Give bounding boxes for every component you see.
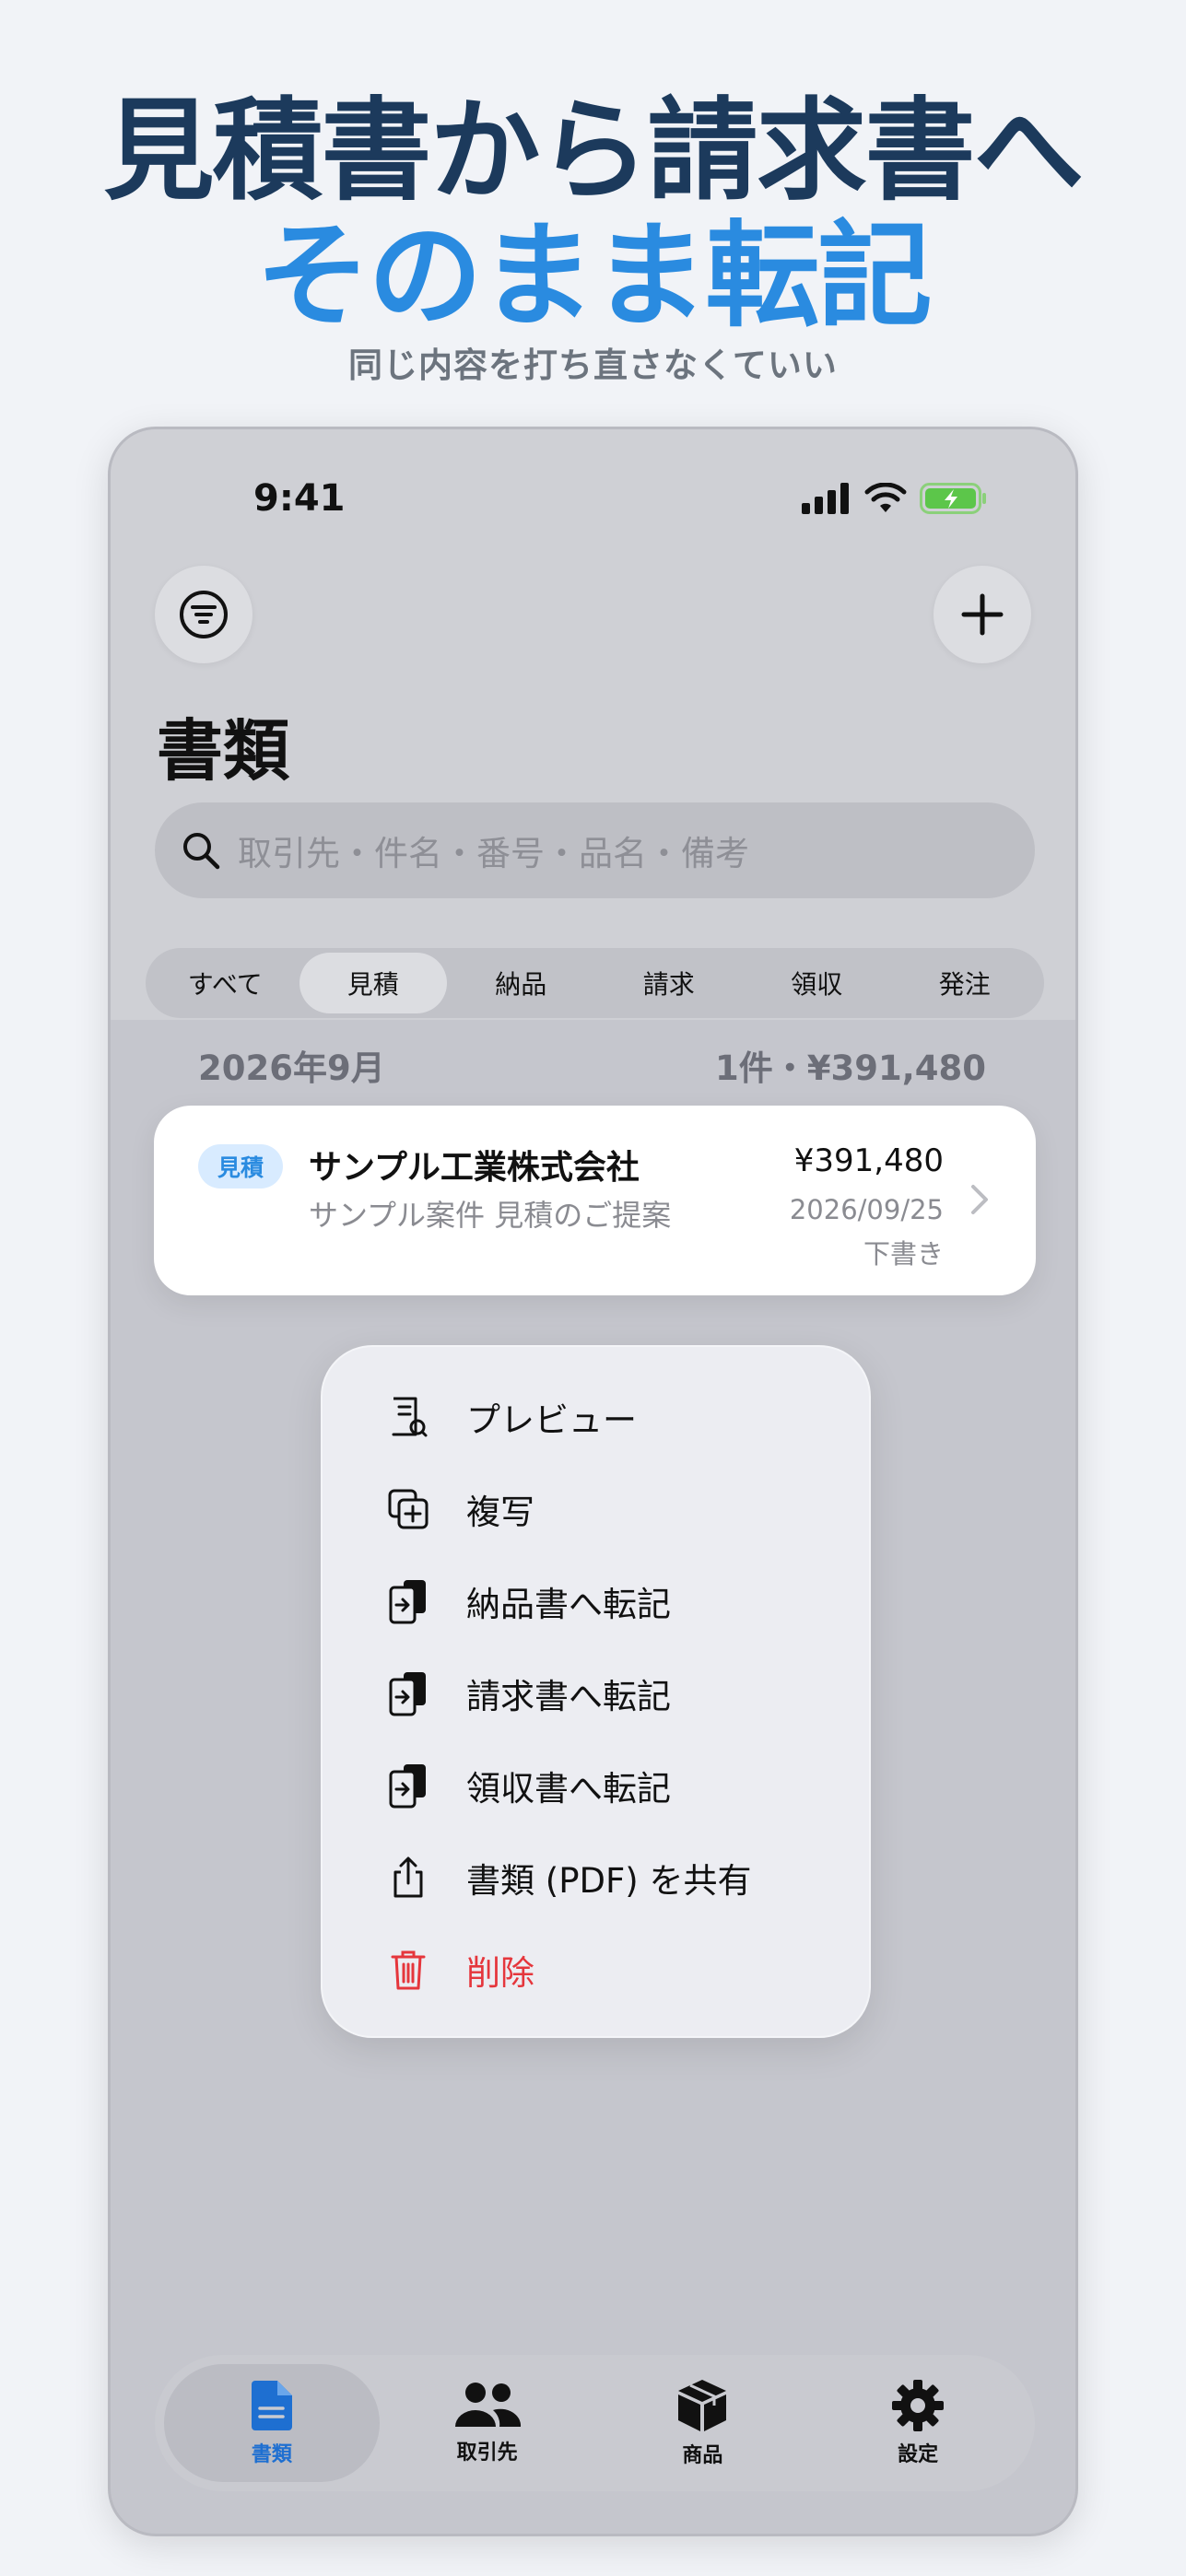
filter-icon	[180, 591, 228, 638]
menu-label: プレビュー	[466, 1400, 637, 1440]
document-subject: サンプル案件 見積のご提案	[309, 1198, 672, 1233]
gear-icon	[892, 2380, 945, 2431]
menu-item-delete[interactable]: 削除	[323, 1924, 869, 2016]
chevron-right-icon	[971, 1185, 988, 1214]
tab-clients[interactable]: 取引先	[380, 2364, 595, 2482]
tab-settings[interactable]: 設定	[810, 2364, 1026, 2482]
menu-label: 納品書へ転記	[466, 1585, 671, 1624]
menu-label: 削除	[466, 1953, 534, 1993]
document-client: サンプル工業株式会社	[309, 1149, 640, 1187]
menu-label: 複写	[466, 1493, 534, 1532]
tab-products[interactable]: 商品	[595, 2364, 811, 2482]
segment-delivery[interactable]: 納品	[447, 953, 595, 1013]
people-icon	[454, 2383, 521, 2427]
box-icon	[678, 2380, 727, 2431]
segment-receipt[interactable]: 領収	[743, 953, 891, 1013]
tab-label: 取引先	[456, 2441, 518, 2465]
section-summary: 1件・¥391,480	[714, 1048, 986, 1088]
tab-label: 設定	[898, 2443, 939, 2466]
tab-documents[interactable]: 書類	[164, 2364, 380, 2482]
section-month: 2026年9月	[198, 1048, 385, 1088]
wifi-icon	[864, 483, 907, 512]
search-placeholder: 取引先・件名・番号・品名・備考	[238, 834, 749, 873]
menu-item-transfer-receipt[interactable]: 領収書へ転記	[323, 1739, 869, 1832]
segment-estimate[interactable]: 見積	[299, 953, 447, 1013]
phone-screen: 9:41 書類 取引先・件名・番号・品名・備考 すべて 見積 納品 請求 領収 …	[108, 427, 1078, 2536]
menu-item-preview[interactable]: プレビュー	[323, 1371, 869, 1463]
menu-item-share-pdf[interactable]: 書類 (PDF) を共有	[323, 1832, 869, 1924]
preview-document-icon	[387, 1396, 429, 1438]
document-type-segments: すべて 見積 納品 請求 領収 発注	[146, 948, 1044, 1018]
menu-label: 書類 (PDF) を共有	[466, 1861, 752, 1901]
promo-subheadline: 同じ内容を打ち直さなくていい	[348, 345, 838, 385]
section-header: 2026年9月 1件・¥391,480	[198, 1040, 986, 1090]
status-time: 9:41	[253, 477, 346, 520]
status-icons	[802, 483, 988, 514]
search-field[interactable]: 取引先・件名・番号・品名・備考	[155, 802, 1035, 898]
segment-invoice[interactable]: 請求	[595, 953, 744, 1013]
document-type-badge: 見積	[198, 1144, 283, 1188]
document-icon	[251, 2381, 292, 2430]
segment-all[interactable]: すべて	[151, 953, 299, 1013]
trash-icon	[387, 1949, 429, 1991]
transfer-document-icon	[387, 1580, 429, 1624]
tab-label: 商品	[682, 2444, 723, 2467]
context-menu: プレビュー 複写 納品書へ転記 請求書へ転記 領収書へ転記 書類 (PDF) を…	[321, 1345, 871, 2038]
tab-bar: 書類 取引先 商品 設定	[155, 2355, 1035, 2491]
page-title: 書類	[157, 712, 290, 790]
promo-headline-2: そのまま転記	[255, 210, 932, 343]
document-status: 下書き	[863, 1238, 944, 1270]
share-icon	[387, 1856, 429, 1899]
battery-charging-icon	[920, 483, 986, 514]
add-document-button[interactable]	[934, 566, 1031, 663]
menu-label: 請求書へ転記	[466, 1677, 671, 1716]
search-icon	[183, 833, 220, 870]
plus-icon	[961, 593, 1004, 636]
document-amount: ¥391,480	[793, 1142, 944, 1179]
duplicate-icon	[387, 1488, 429, 1530]
transfer-document-icon	[387, 1764, 429, 1809]
menu-label: 領収書へ転記	[466, 1769, 671, 1809]
promo-headline-1: 見積書から請求書へ	[103, 88, 1085, 216]
document-date: 2026/09/25	[789, 1194, 944, 1225]
transfer-document-icon	[387, 1672, 429, 1716]
document-row[interactable]: 見積 サンプル工業株式会社 サンプル案件 見積のご提案 ¥391,480 202…	[154, 1106, 1036, 1295]
menu-item-transfer-invoice[interactable]: 請求書へ転記	[323, 1647, 869, 1739]
filter-button[interactable]	[155, 566, 252, 663]
segment-order[interactable]: 発注	[891, 953, 1039, 1013]
menu-item-transfer-delivery[interactable]: 納品書へ転記	[323, 1555, 869, 1647]
menu-item-duplicate[interactable]: 複写	[323, 1463, 869, 1555]
tab-label: 書類	[251, 2443, 292, 2466]
signal-icon	[802, 483, 849, 514]
